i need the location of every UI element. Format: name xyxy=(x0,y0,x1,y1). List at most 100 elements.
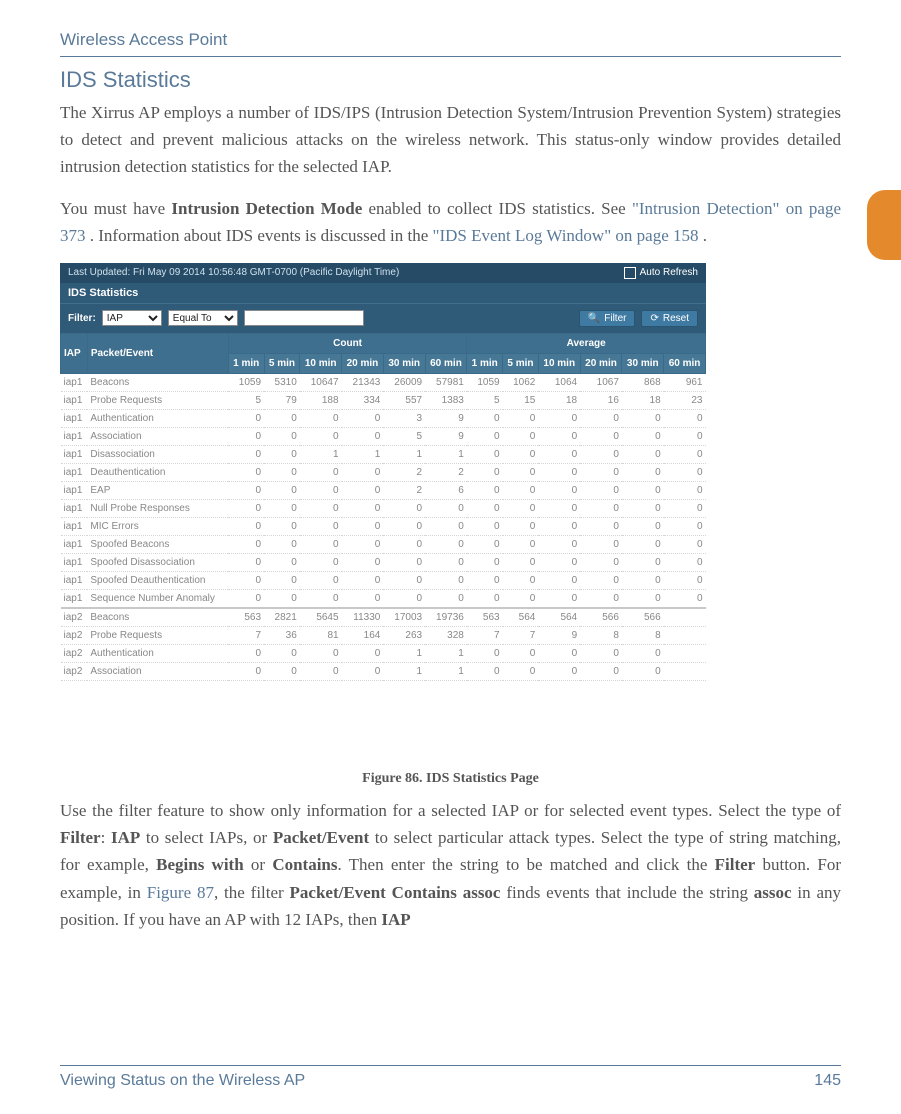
filter-button[interactable]: 🔍 Filter xyxy=(579,310,636,327)
cell-count: 328 xyxy=(425,626,467,644)
col-avg-header[interactable]: 20 min xyxy=(580,353,622,373)
cell-count: 0 xyxy=(264,589,300,608)
col-iap[interactable]: IAP xyxy=(61,333,88,373)
cell-count: 0 xyxy=(264,499,300,517)
cell-avg: 0 xyxy=(467,644,503,662)
col-count-header[interactable]: 30 min xyxy=(383,353,425,373)
cell-avg: 16 xyxy=(580,391,622,409)
cell-avg: 0 xyxy=(664,499,706,517)
cell-iap: iap1 xyxy=(61,391,88,409)
cell-avg: 1059 xyxy=(467,373,503,391)
xref-figure-87[interactable]: Figure 87 xyxy=(147,883,214,902)
filter-text-input[interactable] xyxy=(244,310,364,326)
cell-count: 0 xyxy=(425,553,467,571)
cell-avg: 0 xyxy=(467,571,503,589)
cell-count: 1 xyxy=(425,644,467,662)
cell-avg: 18 xyxy=(538,391,580,409)
cell-count: 0 xyxy=(228,427,264,445)
reset-button-label: Reset xyxy=(663,313,689,324)
cell-avg: 0 xyxy=(538,644,580,662)
text: , the filter xyxy=(214,883,290,902)
cell-count: 0 xyxy=(300,589,342,608)
cell-avg: 0 xyxy=(580,445,622,463)
cell-count: 17003 xyxy=(383,608,425,627)
cell-avg: 0 xyxy=(538,553,580,571)
cell-count: 0 xyxy=(383,499,425,517)
cell-count: 0 xyxy=(228,445,264,463)
cell-count: 1 xyxy=(342,445,384,463)
cell-event: Authentication xyxy=(87,644,228,662)
col-count-header[interactable]: 60 min xyxy=(425,353,467,373)
cell-avg: 0 xyxy=(503,644,539,662)
cell-count: 1 xyxy=(383,662,425,680)
text: to select IAPs, or xyxy=(140,828,273,847)
cell-avg: 0 xyxy=(664,553,706,571)
cell-count: 0 xyxy=(228,481,264,499)
text: enabled to collect IDS statistics. See xyxy=(369,199,632,218)
cell-iap: iap1 xyxy=(61,445,88,463)
cell-count: 0 xyxy=(342,499,384,517)
cell-avg: 0 xyxy=(503,481,539,499)
reset-button[interactable]: ⟳ Reset xyxy=(641,310,698,327)
cell-count: 0 xyxy=(383,553,425,571)
col-event[interactable]: Packet/Event xyxy=(87,333,228,373)
cell-event: Spoofed Beacons xyxy=(87,535,228,553)
cell-iap: iap2 xyxy=(61,644,88,662)
bold-text: Packet/Event Contains assoc xyxy=(290,883,501,902)
cell-count: 7 xyxy=(228,626,264,644)
cell-iap: iap1 xyxy=(61,481,88,499)
bold-text: IAP xyxy=(111,828,140,847)
table-row: iap1Spoofed Beacons000000000000 xyxy=(61,535,706,553)
cell-avg: 0 xyxy=(467,535,503,553)
cell-avg: 0 xyxy=(664,427,706,445)
cell-count: 0 xyxy=(300,644,342,662)
cell-avg: 9 xyxy=(538,626,580,644)
cell-count: 1 xyxy=(383,644,425,662)
cell-iap: iap2 xyxy=(61,626,88,644)
col-avg-header[interactable]: 60 min xyxy=(664,353,706,373)
col-avg-header[interactable]: 30 min xyxy=(622,353,664,373)
cell-count: 81 xyxy=(300,626,342,644)
cell-count: 0 xyxy=(342,463,384,481)
cell-avg: 1064 xyxy=(538,373,580,391)
cell-avg: 0 xyxy=(622,427,664,445)
cell-avg: 868 xyxy=(622,373,664,391)
col-count-header[interactable]: 20 min xyxy=(342,353,384,373)
cell-avg: 0 xyxy=(503,409,539,427)
col-count-header[interactable]: 5 min xyxy=(264,353,300,373)
filter-type-select[interactable]: IAP xyxy=(102,310,162,326)
xref-ids-event-log[interactable]: "IDS Event Log Window" on page 158 xyxy=(433,226,699,245)
filter-match-select[interactable]: Equal To xyxy=(168,310,238,326)
checkbox-icon xyxy=(624,267,636,279)
cell-iap: iap1 xyxy=(61,517,88,535)
cell-avg: 0 xyxy=(622,662,664,680)
cell-count: 1 xyxy=(300,445,342,463)
cell-count: 0 xyxy=(264,517,300,535)
cell-iap: iap1 xyxy=(61,427,88,445)
cell-avg: 0 xyxy=(538,662,580,680)
cell-avg: 5 xyxy=(467,391,503,409)
text: . Information about IDS events is discus… xyxy=(90,226,433,245)
text: . Then enter the string to be matched an… xyxy=(338,855,715,874)
cell-avg: 0 xyxy=(503,571,539,589)
filter-button-label: Filter xyxy=(604,313,626,324)
cell-count: 0 xyxy=(425,499,467,517)
auto-refresh-toggle[interactable]: Auto Refresh xyxy=(624,267,698,279)
col-avg-header[interactable]: 10 min xyxy=(538,353,580,373)
cell-iap: iap1 xyxy=(61,589,88,608)
table-row: iap1Spoofed Deauthentication000000000000 xyxy=(61,571,706,589)
cell-count: 6 xyxy=(425,481,467,499)
cell-count: 0 xyxy=(342,644,384,662)
cell-avg: 0 xyxy=(580,662,622,680)
col-avg-header[interactable]: 1 min xyxy=(467,353,503,373)
cell-count: 79 xyxy=(264,391,300,409)
col-count-header[interactable]: 1 min xyxy=(228,353,264,373)
cell-avg: 0 xyxy=(538,571,580,589)
table-row: iap1Beacons10595310106472134326009579811… xyxy=(61,373,706,391)
cell-avg: 0 xyxy=(664,517,706,535)
col-avg-header[interactable]: 5 min xyxy=(503,353,539,373)
cell-event: Null Probe Responses xyxy=(87,499,228,517)
col-count-header[interactable]: 10 min xyxy=(300,353,342,373)
cell-count: 0 xyxy=(425,571,467,589)
cell-avg: 563 xyxy=(467,608,503,627)
